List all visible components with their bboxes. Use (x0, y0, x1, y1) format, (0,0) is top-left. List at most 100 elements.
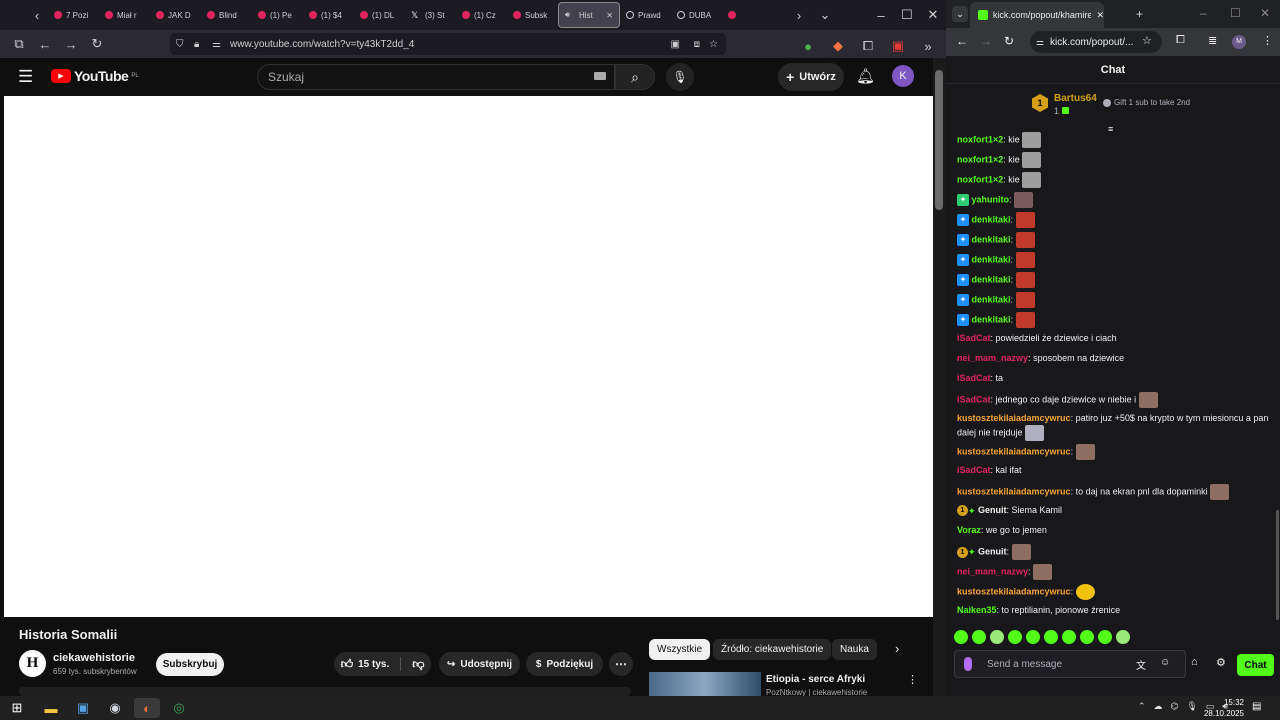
chips-next-icon[interactable]: › (895, 641, 899, 656)
quick-emote-icon[interactable] (1098, 630, 1112, 644)
chat-username[interactable]: denkitaki (972, 214, 1011, 224)
chat-emote-icon[interactable] (1075, 584, 1095, 600)
quick-emote-icon[interactable] (1062, 630, 1076, 644)
new-tab-icon[interactable]: + (1136, 7, 1143, 21)
chat-username[interactable]: noxfort1×2 (957, 174, 1003, 184)
tabs-scroll-right-icon[interactable]: › (786, 2, 812, 28)
chat-emote-icon[interactable] (1015, 272, 1035, 288)
emoji-picker-icon[interactable]: ☺ (1160, 657, 1170, 668)
keyboard-icon[interactable] (594, 72, 606, 80)
tray-chevron-icon[interactable]: ⌃ (1138, 701, 1146, 712)
guide-menu-icon[interactable]: ☰ (18, 67, 33, 87)
chrome-close-icon[interactable]: ✕ (1260, 6, 1270, 20)
browser-tab[interactable]: (1) DL (354, 2, 405, 28)
overflow-chevrons-icon[interactable]: » (915, 33, 941, 59)
gift-hint[interactable]: Gift 1 sub to take 2nd (1103, 98, 1190, 107)
chat-username[interactable]: yahunito (972, 194, 1010, 204)
chat-username[interactable]: denkitaki (972, 234, 1011, 244)
search-input[interactable]: Szukaj (257, 64, 615, 90)
system-clock[interactable]: 15:32 28.10.2025 (1204, 697, 1244, 719)
chrome-menu-icon[interactable]: ⋮ (1262, 34, 1273, 47)
chat-username[interactable]: iSadCat (957, 373, 991, 383)
browser-tab[interactable]: 7 Pozi (48, 2, 99, 28)
quick-emote-icon[interactable] (1044, 630, 1058, 644)
chat-username[interactable]: iSadCat (957, 333, 991, 343)
browser-tab[interactable]: Blind (201, 2, 252, 28)
chat-emote-icon[interactable] (1022, 152, 1042, 168)
reader-view-icon[interactable]: ▣ (671, 39, 680, 50)
kick-tab[interactable]: kick.com/popout/khamires/cha ✕ (970, 2, 1104, 28)
account-avatar[interactable]: K (892, 65, 914, 87)
close-window-icon[interactable]: ✕ (920, 2, 946, 28)
scrollbar-thumb[interactable] (935, 70, 943, 210)
chat-username[interactable]: kustosztekilaiadamcywruc (957, 486, 1071, 496)
chrome-back-icon[interactable]: ← (956, 34, 968, 48)
pip-icon[interactable]: ⧈ (694, 39, 700, 50)
chrome-minimize-icon[interactable]: – (1200, 6, 1207, 20)
browser-tab[interactable]: JAK D (150, 2, 201, 28)
chat-username[interactable]: denkitaki (972, 254, 1011, 264)
dislike-icon[interactable]: 👎︎ (412, 657, 424, 672)
firefox-taskbar-icon[interactable]: ◐ (134, 698, 160, 718)
chat-emote-icon[interactable] (1015, 232, 1035, 248)
chat-username[interactable]: denkitaki (972, 314, 1011, 324)
browser-tab[interactable]: Subsk (507, 2, 558, 28)
store-icon[interactable]: ⌂ (1191, 656, 1198, 668)
extension-icon[interactable]: ● (795, 33, 821, 59)
windows-start-icon[interactable]: ⊞ (4, 698, 30, 718)
browser-tab[interactable]: 🔊︎ Hist ✕ (558, 2, 620, 28)
thanks-button[interactable]: $ Podziękuj (526, 652, 603, 676)
chip-science[interactable]: Nauka (832, 639, 877, 660)
back-icon[interactable]: ← (32, 31, 58, 57)
browser-tab[interactable]: Miał r (99, 2, 150, 28)
close-tab-icon[interactable]: ✕ (606, 11, 613, 20)
file-explorer-icon[interactable]: ▬ (38, 698, 64, 718)
chrome-bookmark-icon[interactable]: ☆ (1142, 34, 1152, 47)
quick-emote-icon[interactable] (1008, 630, 1022, 644)
chat-emote-icon[interactable] (1033, 564, 1053, 580)
chat-settings-icon[interactable]: ⚙ (1216, 656, 1226, 669)
browser-tab[interactable]: DUBA (671, 2, 722, 28)
voice-search-icon[interactable]: 🎙︎ (666, 63, 694, 91)
reload-icon[interactable]: ↻ (84, 31, 110, 57)
like-count[interactable]: 15 tys. (358, 659, 389, 670)
microphone-tray-icon[interactable]: 🎙︎ (1186, 701, 1197, 712)
bookmark-star-icon[interactable]: ☆ (709, 39, 718, 50)
chat-emote-icon[interactable] (1015, 312, 1035, 328)
quick-emote-icon[interactable] (1116, 630, 1130, 644)
browser-tab[interactable]: (1) $4 (303, 2, 354, 28)
chat-emote-icon[interactable] (1015, 292, 1035, 308)
chat-emote-icon[interactable] (1015, 212, 1035, 228)
chat-emote-icon[interactable] (1138, 392, 1158, 408)
notifications-tray-icon[interactable]: ▤ (1252, 701, 1261, 712)
site-info-icon[interactable]: ⚌ (1036, 37, 1044, 48)
chat-username[interactable]: nei_mam_nazwy (957, 353, 1028, 363)
chat-username[interactable]: kustosztekilaiadamcywruc (957, 446, 1071, 456)
chrome-taskbar-icon[interactable]: ◎ (166, 698, 192, 718)
description-box[interactable] (19, 687, 631, 696)
chat-username[interactable]: iSadCat (957, 394, 991, 404)
extension-fox-icon[interactable]: ◆ (825, 33, 851, 59)
youtube-logo[interactable]: ▶ YouTube PL (51, 68, 139, 84)
minimize-icon[interactable]: – (868, 2, 894, 28)
chat-emote-icon[interactable] (1075, 444, 1095, 460)
more-actions-button[interactable]: ⋯ (609, 652, 633, 676)
chat-username[interactable]: nei_mam_nazwy (957, 566, 1028, 576)
share-button[interactable]: ↪ Udostępnij (439, 652, 520, 676)
browser-tab[interactable]: Prawd (620, 2, 671, 28)
steam-icon[interactable]: ◉ (102, 698, 128, 718)
extensions-puzzle-icon[interactable]: ⧠ (855, 33, 881, 59)
cloud-icon[interactable]: ☁ (1154, 701, 1163, 712)
quick-emote-icon[interactable] (990, 630, 1004, 644)
tab-search-icon[interactable]: ⌄ (952, 6, 968, 22)
extension-badge-icon[interactable]: ▣ (885, 33, 911, 59)
subscribe-button[interactable]: Subskrybuj (156, 653, 224, 676)
translate-icon[interactable]: 文 (1136, 657, 1146, 672)
chat-username[interactable]: iSadCat (957, 465, 991, 475)
tabs-scroll-left-icon[interactable]: ‹ (26, 2, 48, 28)
create-button[interactable]: + Utwórz (778, 63, 844, 91)
chat-scrollbar[interactable] (1276, 510, 1279, 620)
chat-emote-icon[interactable] (1025, 425, 1045, 441)
chat-username[interactable]: kustosztekilaiadamcywruc (957, 413, 1071, 423)
chat-emote-icon[interactable] (1011, 544, 1031, 560)
